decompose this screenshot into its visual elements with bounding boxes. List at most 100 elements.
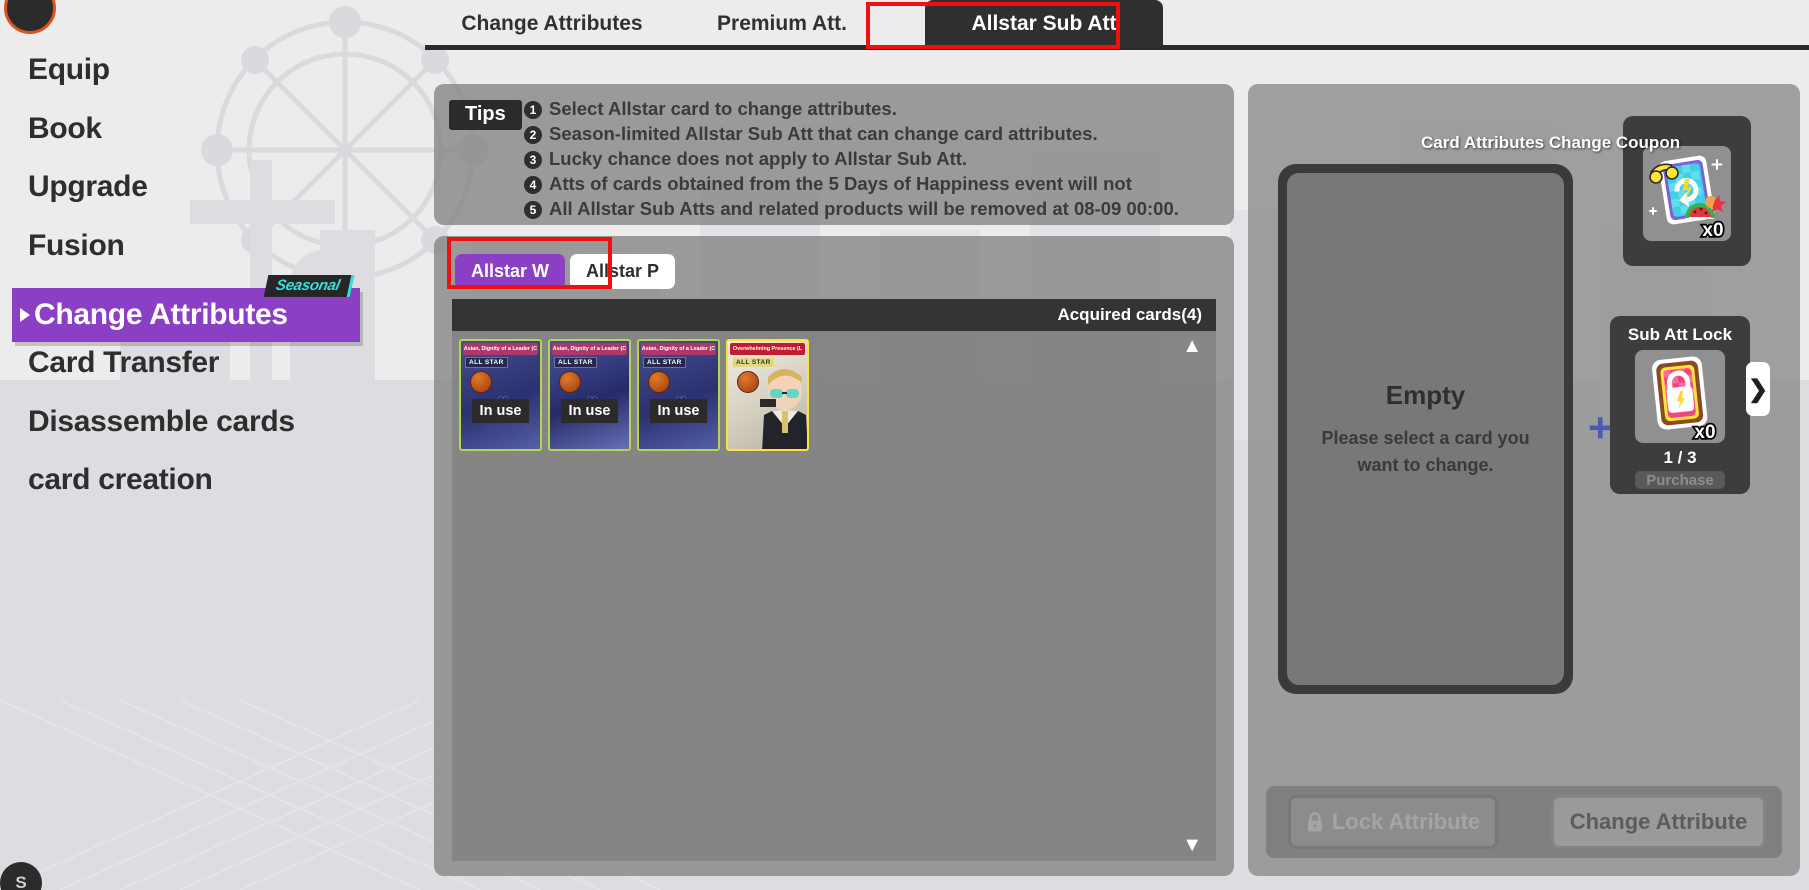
lock-attribute-button[interactable]: Lock Attribute: [1288, 795, 1498, 849]
status-badge: In use: [471, 399, 530, 424]
seasonal-badge-label: Seasonal: [273, 277, 341, 294]
sidebar-item-label: Book: [28, 112, 102, 145]
tip-row: 3 Lucky chance does not apply to Allstar…: [524, 148, 1224, 173]
sidebar-item-equip[interactable]: Equip: [28, 53, 110, 87]
tip-row: 4 Atts of cards obtained from the 5 Days…: [524, 173, 1224, 198]
tab-label: Premium Att.: [717, 11, 847, 35]
sidebar-item-label: card creation: [28, 463, 213, 496]
tab-bar: Change Attributes Premium Att. Allstar S…: [425, 0, 1809, 52]
status-badge: In use: [560, 399, 619, 424]
sub-att-lock-box[interactable]: Sub Att Lock x0 1 / 3 Purchase: [1610, 316, 1750, 494]
tips-label: Tips: [449, 100, 522, 130]
list-item[interactable]: Asian, Dignity of a Leader (C ALL STAR ♡…: [637, 339, 720, 451]
coupon-count: x0: [1702, 220, 1723, 241]
tab-premium-att[interactable]: Premium Att.: [687, 0, 877, 47]
change-attribute-button[interactable]: Change Attribute: [1551, 795, 1766, 849]
app-logo-icon: [4, 0, 56, 34]
tip-text: Season-limited Allstar Sub Att that can …: [549, 123, 1098, 144]
tab-label: Allstar Sub Att: [971, 11, 1117, 35]
tips-list: 1 Select Allstar card to change attribut…: [524, 98, 1224, 223]
sidebar-item-label: Upgrade: [28, 170, 148, 203]
tip-number: 5: [524, 201, 542, 219]
change-attribute-label: Change Attribute: [1569, 809, 1748, 834]
tip-number: 2: [524, 126, 542, 144]
empty-slot-subtitle: Please select a card you want to change.: [1321, 427, 1530, 475]
card-title: Asian, Dignity of a Leader (C: [552, 343, 627, 355]
sidebar-menu: Equip Book Upgrade Fusion Change Attribu…: [0, 0, 425, 890]
card-rarity: ALL STAR: [465, 357, 508, 368]
card-title: Asian, Dignity of a Leader (C: [641, 343, 716, 355]
plus-icon: +: [1588, 404, 1613, 451]
seasonal-badge: Seasonal: [263, 275, 355, 297]
action-button-bar: Lock Attribute Change Attribute: [1266, 786, 1782, 858]
allstar-subtab-group: Allstar W Allstar P: [452, 251, 678, 292]
chevron-right-icon[interactable]: ❯: [1746, 362, 1770, 416]
card-grid-container[interactable]: ▲ ▼ Asian, Dignity of a Leader (C ALL ST…: [452, 331, 1216, 861]
card-slot-inner: Empty Please select a card you want to c…: [1287, 173, 1564, 685]
card-rarity: ALL STAR: [554, 357, 597, 368]
tip-row: 5 All Allstar Sub Atts and related produ…: [524, 198, 1224, 223]
card-title: Overwhelming Presence (L: [730, 343, 805, 355]
purchase-label: Purchase: [1646, 471, 1714, 489]
sidebar-item-fusion[interactable]: Fusion: [28, 229, 125, 263]
tip-number: 4: [524, 176, 542, 194]
sidebar-item-label: Disassemble cards: [28, 405, 295, 438]
tips-panel: Tips 1 Select Allstar card to change att…: [434, 84, 1234, 225]
tip-number: 3: [524, 151, 542, 169]
sidebar-item-change-attributes[interactable]: Change Attributes Seasonal: [12, 275, 360, 342]
sidebar-item-upgrade[interactable]: Upgrade: [28, 170, 148, 204]
sidebar-item-label: Card Transfer: [28, 346, 220, 379]
basketball-icon: [559, 371, 581, 393]
character-art: [762, 369, 807, 449]
selection-caret-icon: [20, 308, 30, 322]
tab-label: Change Attributes: [461, 11, 643, 35]
coupon-thumb: x0: [1643, 146, 1731, 243]
tip-text: Select Allstar card to change attributes…: [549, 98, 897, 119]
card-selection-panel: Allstar W Allstar P Acquired cards(4) ▲ …: [434, 236, 1234, 876]
sidebar-item-label: Change Attributes: [34, 298, 288, 331]
basketball-icon: [648, 371, 670, 393]
sub-att-lock-thumb: x0: [1635, 350, 1725, 445]
card-grid: Asian, Dignity of a Leader (C ALL STAR ♡…: [459, 339, 809, 451]
sidebar-item-book[interactable]: Book: [28, 112, 102, 146]
tab-change-attributes[interactable]: Change Attributes: [442, 0, 662, 47]
list-item[interactable]: Overwhelming Presence (L ALL STAR: [726, 339, 809, 451]
purchase-button[interactable]: Purchase: [1635, 471, 1725, 489]
list-item[interactable]: Asian, Dignity of a Leader (C ALL STAR ♡…: [548, 339, 631, 451]
tip-text: Lucky chance does not apply to Allstar S…: [549, 148, 968, 169]
coupon-title: Card Attributes Change Coupon: [1421, 133, 1681, 152]
subtab-label: Allstar W: [471, 261, 550, 281]
chevron-down-icon[interactable]: ▼: [1182, 834, 1202, 857]
lock-count: x0: [1694, 422, 1715, 443]
tip-text: Atts of cards obtained from the 5 Days o…: [549, 173, 1132, 194]
tab-allstar-sub-att[interactable]: Allstar Sub Att: [925, 0, 1163, 47]
subtab-allstar-p[interactable]: Allstar P: [570, 254, 676, 289]
page-indicator: 1 / 3: [1663, 448, 1697, 467]
sidebar-item-card-creation[interactable]: card creation: [28, 463, 213, 497]
attribute-change-coupon-icon: x0: [1649, 155, 1726, 243]
attribute-change-panel: Empty Please select a card you want to c…: [1248, 84, 1800, 876]
lock-icon: [1306, 812, 1324, 832]
card-rarity: ALL STAR: [643, 357, 686, 368]
sub-att-lock-title: Sub Att Lock: [1627, 325, 1733, 344]
sidebar-item-card-transfer[interactable]: Card Transfer: [28, 346, 219, 380]
acquired-cards-label: Acquired cards(4): [1057, 305, 1202, 324]
tip-number: 1: [524, 101, 542, 119]
footer-logo-icon: S: [0, 862, 42, 890]
basketball-icon: [470, 371, 492, 393]
tip-row: 1 Select Allstar card to change attribut…: [524, 98, 1224, 123]
acquired-cards-bar: Acquired cards(4): [452, 299, 1216, 331]
chevron-up-icon[interactable]: ▲: [1182, 335, 1202, 358]
list-item[interactable]: Asian, Dignity of a Leader (C ALL STAR ♡…: [459, 339, 542, 451]
card-title: Asian, Dignity of a Leader (C: [463, 343, 538, 355]
sub-att-lock-icon: x0: [1652, 356, 1717, 445]
lock-attribute-label: Lock Attribute: [1331, 809, 1481, 834]
tip-row: 2 Season-limited Allstar Sub Att that ca…: [524, 123, 1224, 148]
subtab-allstar-w[interactable]: Allstar W: [455, 254, 566, 289]
basketball-icon: [737, 371, 759, 393]
empty-slot-title: Empty: [1385, 379, 1466, 410]
sidebar-item-disassemble-cards[interactable]: Disassemble cards: [28, 405, 295, 439]
subtab-label: Allstar P: [586, 261, 660, 281]
main-left-column: Tips 1 Select Allstar card to change att…: [434, 84, 1234, 876]
card-slot-empty[interactable]: Empty Please select a card you want to c…: [1278, 164, 1573, 694]
